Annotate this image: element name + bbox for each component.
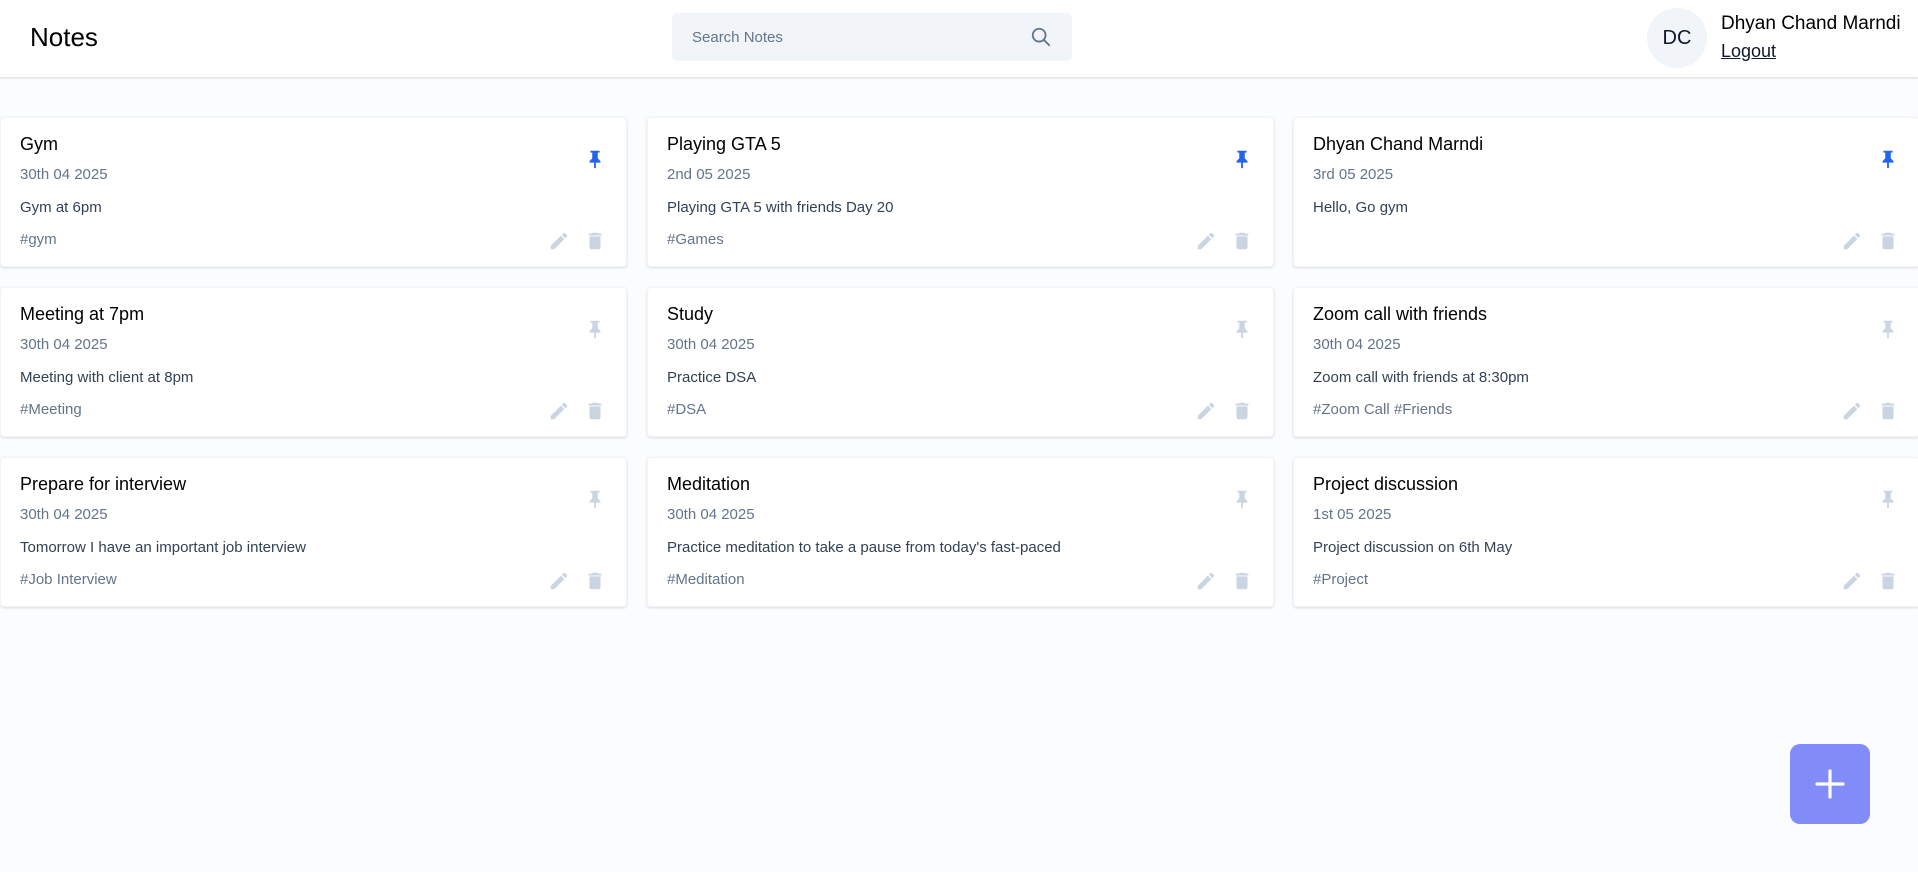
- note-card[interactable]: Project discussion 1st 05 2025 Project dis…: [1293, 457, 1918, 607]
- note-card[interactable]: Prepare for interview 30th 04 2025 Tomorro…: [0, 457, 627, 607]
- pencil-icon[interactable]: [1841, 570, 1863, 592]
- note-content: Hello, Go gym: [1313, 199, 1409, 216]
- note-card[interactable]: Dhyan Chand Marndi 3rd 05 2025 Hello, Go g…: [1293, 117, 1918, 267]
- note-title: Study: [667, 304, 714, 324]
- note-date: 30th 04 2025: [20, 506, 108, 523]
- pin-icon[interactable]: [584, 148, 606, 170]
- note-content: Practice meditation to take a pause from…: [667, 539, 1061, 556]
- note-tags: #Meditation: [667, 571, 745, 588]
- trash-icon[interactable]: [1231, 230, 1253, 252]
- pin-icon[interactable]: [1877, 148, 1899, 170]
- search-icon[interactable]: [1030, 26, 1052, 48]
- search-input[interactable]: [672, 13, 1022, 61]
- pin-icon[interactable]: [1231, 488, 1253, 510]
- note-tags: #gym: [20, 231, 57, 248]
- pin-icon[interactable]: [1231, 148, 1253, 170]
- note-content: Project discussion on 6th May: [1313, 539, 1513, 556]
- note-date: 30th 04 2025: [20, 336, 108, 353]
- note-card[interactable]: Gym 30th 04 2025 Gym at 6pm #gym: [0, 117, 627, 267]
- note-card[interactable]: Playing GTA 5 2nd 05 2025 Playing GTA 5 wi…: [647, 117, 1274, 267]
- note-title: Dhyan Chand Marndi: [1313, 134, 1484, 154]
- note-tags: #Games: [667, 231, 724, 248]
- logout-link[interactable]: Logout: [1721, 41, 1776, 62]
- note-tags: #Zoom Call #Friends: [1313, 401, 1453, 418]
- note-title: Gym: [20, 134, 58, 154]
- pin-icon[interactable]: [1877, 318, 1899, 340]
- trash-icon[interactable]: [1231, 570, 1253, 592]
- pin-icon[interactable]: [1231, 318, 1253, 340]
- top-navbar: Notes DC Dhyan Chand Marndi Logout: [0, 0, 1918, 77]
- note-date: 1st 05 2025: [1313, 506, 1392, 523]
- pencil-icon[interactable]: [1195, 230, 1217, 252]
- note-content: Zoom call with friends at 8:30pm: [1313, 369, 1529, 386]
- note-title: Project discussion: [1313, 474, 1459, 494]
- note-content: Practice DSA: [667, 369, 757, 386]
- note-content: Tomorrow I have an important job intervi…: [20, 539, 306, 556]
- trash-icon[interactable]: [1877, 400, 1899, 422]
- note-tags: #DSA: [667, 401, 707, 418]
- note-card[interactable]: Meditation 30th 04 2025 Practice meditatio…: [647, 457, 1274, 607]
- note-date: 30th 04 2025: [20, 166, 108, 183]
- trash-icon[interactable]: [1877, 230, 1899, 252]
- trash-icon[interactable]: [584, 230, 606, 252]
- note-date: 2nd 05 2025: [667, 166, 751, 183]
- note-tags: #Job Interview: [20, 571, 117, 588]
- note-content: Gym at 6pm: [20, 199, 102, 216]
- note-title: Playing GTA 5: [667, 134, 781, 154]
- note-date: 30th 04 2025: [1313, 336, 1401, 353]
- trash-icon[interactable]: [1877, 570, 1899, 592]
- note-card[interactable]: Study 30th 04 2025 Practice DSA #DSA: [647, 287, 1274, 437]
- add-note-button[interactable]: [1790, 744, 1870, 824]
- note-title: Meditation: [667, 474, 751, 494]
- pencil-icon[interactable]: [1195, 400, 1217, 422]
- avatar: DC: [1647, 8, 1707, 68]
- pencil-icon[interactable]: [548, 400, 570, 422]
- pencil-icon[interactable]: [548, 230, 570, 252]
- note-date: 30th 04 2025: [667, 506, 755, 523]
- pin-icon[interactable]: [584, 318, 606, 340]
- note-title: Prepare for interview: [20, 474, 187, 494]
- trash-icon[interactable]: [584, 400, 606, 422]
- pencil-icon[interactable]: [548, 570, 570, 592]
- note-date: 3rd 05 2025: [1313, 166, 1394, 183]
- pencil-icon[interactable]: [1841, 230, 1863, 252]
- trash-icon[interactable]: [1231, 400, 1253, 422]
- note-card[interactable]: Meeting at 7pm 30th 04 2025 Meeting with c…: [0, 287, 627, 437]
- note-title: Zoom call with friends: [1313, 304, 1488, 324]
- note-tags: #Project: [1313, 571, 1369, 588]
- pencil-icon[interactable]: [1841, 400, 1863, 422]
- pin-icon[interactable]: [1877, 488, 1899, 510]
- trash-icon[interactable]: [584, 570, 606, 592]
- note-date: 30th 04 2025: [667, 336, 755, 353]
- pencil-icon[interactable]: [1195, 570, 1217, 592]
- note-content: Meeting with client at 8pm: [20, 369, 194, 386]
- note-title: Meeting at 7pm: [20, 304, 145, 324]
- user-name: Dhyan Chand Marndi: [1721, 13, 1901, 34]
- plus-icon: [1815, 769, 1845, 799]
- pin-icon[interactable]: [584, 488, 606, 510]
- note-card[interactable]: Zoom call with friends 30th 04 2025 Zoom c…: [1293, 287, 1918, 437]
- note-tags: #Meeting: [20, 401, 82, 418]
- search-bar: [672, 13, 1072, 61]
- note-content: Playing GTA 5 with friends Day 20: [667, 199, 894, 216]
- app-title: Notes: [30, 22, 98, 52]
